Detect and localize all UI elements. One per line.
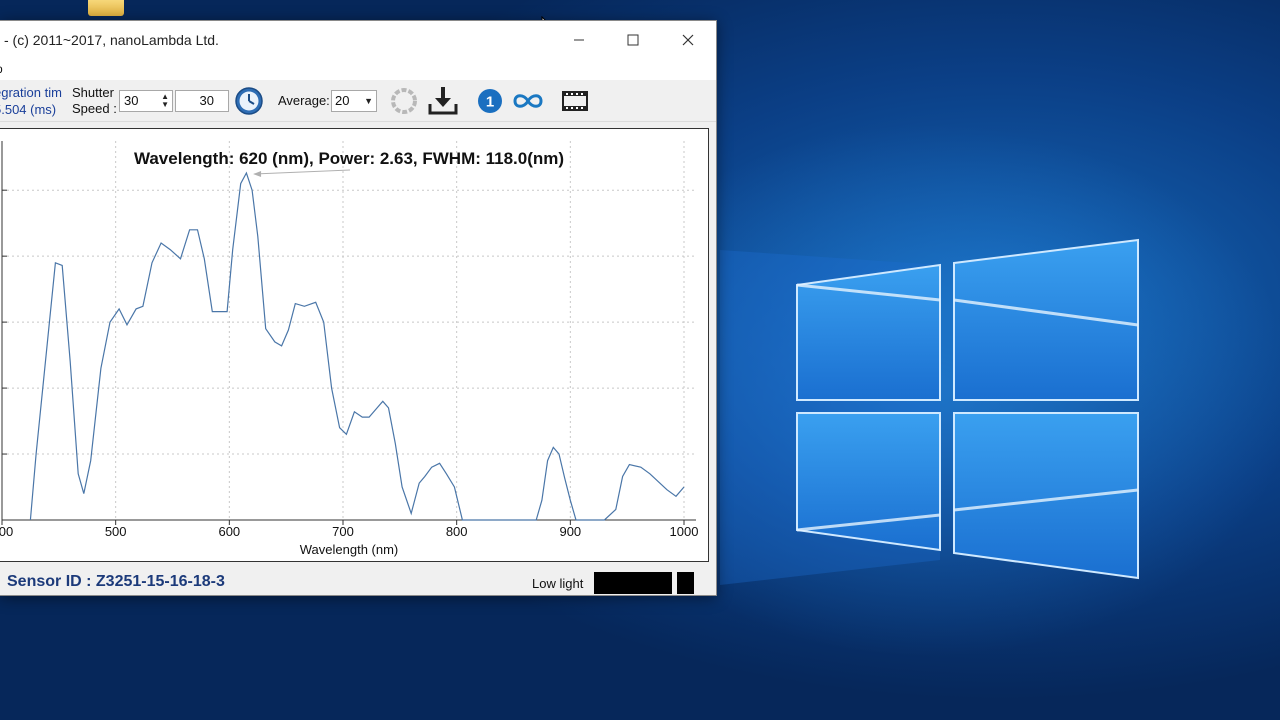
average-value: 20	[335, 93, 350, 108]
shutter-stepper-value: 30	[124, 93, 139, 108]
integration-time-label: egration tim	[0, 85, 62, 100]
y-axis-ticks	[2, 189, 7, 455]
shutter-speed-stepper[interactable]: 30 ▲ ▼	[119, 90, 173, 112]
integration-time-value: 5.504 (ms)	[0, 102, 57, 117]
peak-annotation: Wavelength: 620 (nm), Power: 2.63, FWHM:…	[134, 149, 564, 168]
download-icon[interactable]	[427, 84, 459, 116]
minimize-button[interactable]	[556, 21, 602, 58]
folder-icon[interactable]	[88, 0, 124, 16]
status-bar: Sensor ID : Z3251-15-16-18-3 Low light	[0, 566, 716, 596]
x-axis-label: Wavelength (nm)	[300, 542, 399, 557]
title-bar[interactable]: - (c) 2011~2017, nanoLambda Ltd.	[0, 21, 716, 58]
x-tick-label: 700	[332, 524, 354, 539]
x-tick-label: 500	[105, 524, 127, 539]
shutter-speed-label: Shutter Speed :	[72, 85, 117, 117]
film-icon[interactable]	[562, 89, 588, 113]
x-tick-label: 900	[559, 524, 581, 539]
peak-pointer-arrowhead	[253, 171, 262, 178]
chevron-down-icon: ▼	[364, 96, 373, 106]
low-light-status-box	[677, 572, 694, 594]
x-tick-label: 00	[0, 524, 13, 539]
spectrum-series-line	[29, 171, 685, 521]
peak-marker	[253, 169, 351, 178]
shutter-label-line1: Shutter	[72, 85, 114, 100]
continuous-capture-icon[interactable]	[512, 90, 544, 112]
single-capture-icon[interactable]: 1	[477, 88, 503, 114]
x-tick-label: 1000	[670, 524, 699, 539]
close-button[interactable]	[665, 21, 711, 58]
peak-pointer-line	[254, 169, 351, 175]
low-light-label: Low light	[532, 576, 584, 591]
x-tick-label: 800	[446, 524, 468, 539]
stepper-arrows-icon[interactable]: ▲ ▼	[161, 93, 169, 109]
spectrum-plot: 00 500 600 700 800 900 1000 Wavelength: 620 (n…	[0, 141, 698, 557]
sensor-id: Sensor ID : Z3251-15-16-18-3	[7, 573, 225, 590]
close-icon	[682, 34, 694, 45]
clock-icon[interactable]	[234, 86, 264, 116]
chart-grid	[2, 141, 696, 520]
spectrum-chart[interactable]: 00 500 600 700 800 900 1000 Wavelength: 620 (n…	[0, 128, 709, 562]
shutter-speed-input[interactable]: 30	[175, 90, 229, 112]
x-axis-ticks: 00 500 600 700 800 900 1000	[0, 520, 698, 539]
svg-text:1: 1	[486, 94, 494, 111]
toolbar: egration tim 5.504 (ms) Shutter Speed : …	[0, 80, 716, 122]
shutter-label-line2: Speed :	[72, 101, 117, 116]
minimize-icon	[574, 39, 584, 40]
menu-bar: p	[0, 58, 716, 80]
average-select[interactable]: 20 ▼	[331, 90, 377, 112]
maximize-button[interactable]	[610, 21, 656, 58]
window-title: - (c) 2011~2017, nanoLambda Ltd.	[4, 32, 219, 48]
maximize-icon	[627, 34, 639, 45]
menu-item-help[interactable]: p	[0, 62, 3, 76]
spinner-icon[interactable]	[389, 86, 419, 116]
average-label: Average:	[278, 93, 330, 108]
x-tick-label: 600	[218, 524, 240, 539]
app-window: - (c) 2011~2017, nanoLambda Ltd. p egrat…	[0, 20, 717, 596]
low-light-indicator	[594, 572, 672, 594]
